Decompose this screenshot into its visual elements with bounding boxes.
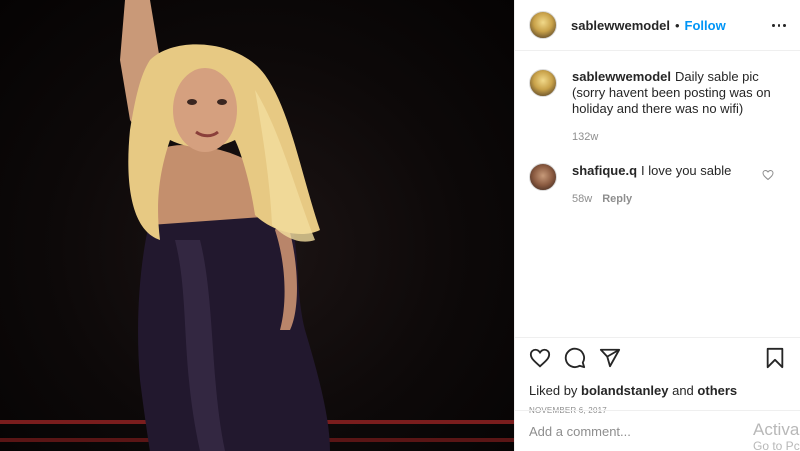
caption-comment: sablewwemodel Daily sable pic (sorry have… <box>529 69 786 145</box>
commenter-username[interactable]: shafique.q <box>572 163 637 178</box>
add-comment-bar: Activa Go to Pc <box>515 410 800 451</box>
action-icons-row <box>529 346 786 370</box>
likes-others-link[interactable]: others <box>697 383 737 398</box>
likes-summary: Liked by bolandstanley and others <box>529 383 786 398</box>
comment-list: sablewwemodel Daily sable pic (sorry have… <box>515 51 800 207</box>
author-username[interactable]: sablewwemodel <box>571 18 670 33</box>
caption-meta: 132w <box>572 129 777 145</box>
comment-like-heart-icon[interactable] <box>762 169 774 181</box>
liker-username[interactable]: bolandstanley <box>581 383 668 398</box>
caption-username[interactable]: sablewwemodel <box>572 69 671 84</box>
comment-icon[interactable] <box>564 347 586 369</box>
watermark-line-1: Activa <box>753 420 800 439</box>
heart-icon[interactable] <box>529 347 551 369</box>
watermark-line-2: Go to Pc <box>753 439 800 451</box>
post-photo-illustration <box>0 0 514 451</box>
likes-joiner: and <box>672 383 694 398</box>
comment-meta: 58w Reply <box>572 191 777 207</box>
comment-time[interactable]: 58w <box>572 193 592 205</box>
caption-avatar[interactable] <box>529 69 557 97</box>
likes-prefix: Liked by <box>529 383 578 398</box>
bookmark-icon[interactable] <box>764 347 786 369</box>
post-header: sablewwemodel • Follow <box>515 0 800 51</box>
follow-button[interactable]: Follow <box>685 18 726 33</box>
caption-time[interactable]: 132w <box>572 131 598 143</box>
post-photo[interactable] <box>0 0 514 451</box>
commenter-avatar[interactable] <box>529 163 557 191</box>
comment-text: I love you sable <box>641 163 732 178</box>
post-sidebar: sablewwemodel • Follow sablewwemodel Dail… <box>514 0 800 451</box>
comment-input[interactable] <box>529 423 729 439</box>
post-actions: Liked by bolandstanley and others Novemb… <box>515 337 800 415</box>
list-item: shafique.q I love you sable 58w Reply <box>529 163 786 207</box>
activation-watermark: Activa Go to Pc <box>753 421 800 451</box>
author-avatar[interactable] <box>529 11 557 39</box>
more-icon[interactable] <box>772 17 787 33</box>
share-icon[interactable] <box>599 347 621 369</box>
reply-button[interactable]: Reply <box>602 193 632 205</box>
header-separator: • <box>674 17 680 33</box>
